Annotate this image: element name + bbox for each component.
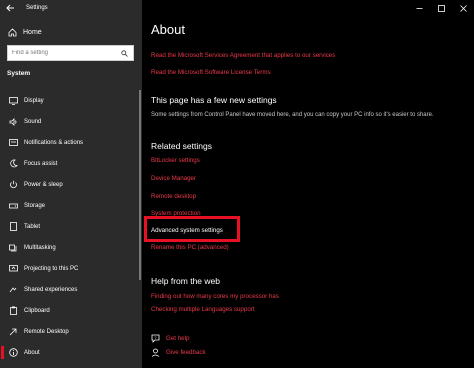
new-settings-description: Some settings from Control Panel have mo… [151,112,434,118]
sidebar-item-label: Sound [24,118,42,125]
multitasking-icon [8,243,18,253]
sidebar-item-about[interactable]: About [0,342,142,363]
get-help-link[interactable]: Get help [166,335,189,342]
sidebar-item-label: Display [24,97,44,104]
page-title: About [151,22,185,37]
section-heading-system: System [7,70,31,77]
sidebar-item-tablet[interactable]: Tablet [0,216,142,237]
storage-icon [8,201,18,211]
search-box[interactable] [7,45,134,61]
sidebar-item-label: Tablet [24,223,41,230]
sidebar-item-label: Storage [24,202,46,209]
power-icon [8,180,18,190]
main-panel: About Read the Microsoft Services Agreem… [142,0,474,368]
sidebar-item-label: Power & sleep [24,181,63,188]
projecting-icon [8,264,18,274]
sidebar-item-display[interactable]: Display [0,90,142,111]
sidebar: Settings Home System Display Sound Notif… [0,0,142,368]
minimize-icon [416,7,422,9]
sidebar-item-clipboard[interactable]: Clipboard [0,300,142,321]
tablet-icon [8,222,18,232]
home-icon [7,27,17,37]
device-manager-link[interactable]: Device Manager [151,175,196,182]
sidebar-item-label: About [24,349,40,356]
back-button[interactable] [0,0,20,16]
home-link[interactable]: Home [0,24,142,40]
close-button[interactable] [452,0,474,16]
search-icon[interactable] [118,49,130,57]
sidebar-item-focus-assist[interactable]: Focus assist [0,153,142,174]
sidebar-item-label: Remote Desktop [24,328,69,335]
get-help-icon: ? [151,334,160,343]
bitlocker-settings-link[interactable]: BitLocker settings [151,157,200,164]
app-title: Settings [26,5,48,11]
sidebar-item-label: Notifications & actions [24,139,84,146]
clipboard-icon [8,306,18,316]
sidebar-item-label: Multitasking [24,244,56,251]
close-icon [459,4,467,12]
feedback-icon [151,348,160,357]
new-settings-heading: This page has a few new settings [151,95,277,105]
sound-icon [8,117,18,127]
related-settings-heading: Related settings [151,141,212,151]
sidebar-item-sound[interactable]: Sound [0,111,142,132]
sidebar-item-label: Clipboard [24,307,50,314]
home-label: Home [23,28,42,36]
sidebar-item-label: Projecting to this PC [24,265,79,272]
rename-pc-link[interactable]: Rename this PC (advanced) [151,244,229,251]
shared-experiences-icon [8,285,18,295]
title-bar: Settings [0,0,142,16]
notifications-icon [8,138,18,148]
highlight-box [144,216,240,242]
license-terms-link[interactable]: Read the Microsoft Software License Term… [151,69,271,76]
maximize-button[interactable] [430,0,452,16]
maximize-icon [437,4,445,12]
sidebar-item-notifications[interactable]: Notifications & actions [0,132,142,153]
sidebar-item-remote-desktop[interactable]: Remote Desktop [0,321,142,342]
focus-assist-icon [8,159,18,169]
display-icon [8,96,18,106]
sidebar-scrollbar[interactable] [139,90,141,280]
info-icon [8,348,18,358]
back-arrow-icon [5,4,14,12]
sidebar-item-label: Focus assist [24,160,58,167]
sidebar-item-shared-experiences[interactable]: Shared experiences [0,279,142,300]
minimize-button[interactable] [408,0,430,16]
search-input[interactable] [8,46,118,60]
sidebar-item-power-sleep[interactable]: Power & sleep [0,174,142,195]
remote-desktop-link[interactable]: Remote desktop [151,193,196,200]
give-feedback-link[interactable]: Give feedback [166,349,206,356]
sidebar-nav: Display Sound Notifications & actions Fo… [0,90,142,363]
remote-desktop-icon [8,327,18,337]
help-heading: Help from the web [151,276,220,286]
services-agreement-link[interactable]: Read the Microsoft Services Agreement th… [151,52,335,59]
window-controls [408,0,474,16]
sidebar-item-projecting[interactable]: Projecting to this PC [0,258,142,279]
processor-cores-link[interactable]: Finding out how many cores my processor … [151,293,279,300]
sidebar-item-label: Shared experiences [24,286,78,293]
sidebar-item-storage[interactable]: Storage [0,195,142,216]
languages-support-link[interactable]: Checking multiple Languages support [151,306,255,313]
sidebar-item-multitasking[interactable]: Multitasking [0,237,142,258]
svg-text:?: ? [154,335,157,340]
